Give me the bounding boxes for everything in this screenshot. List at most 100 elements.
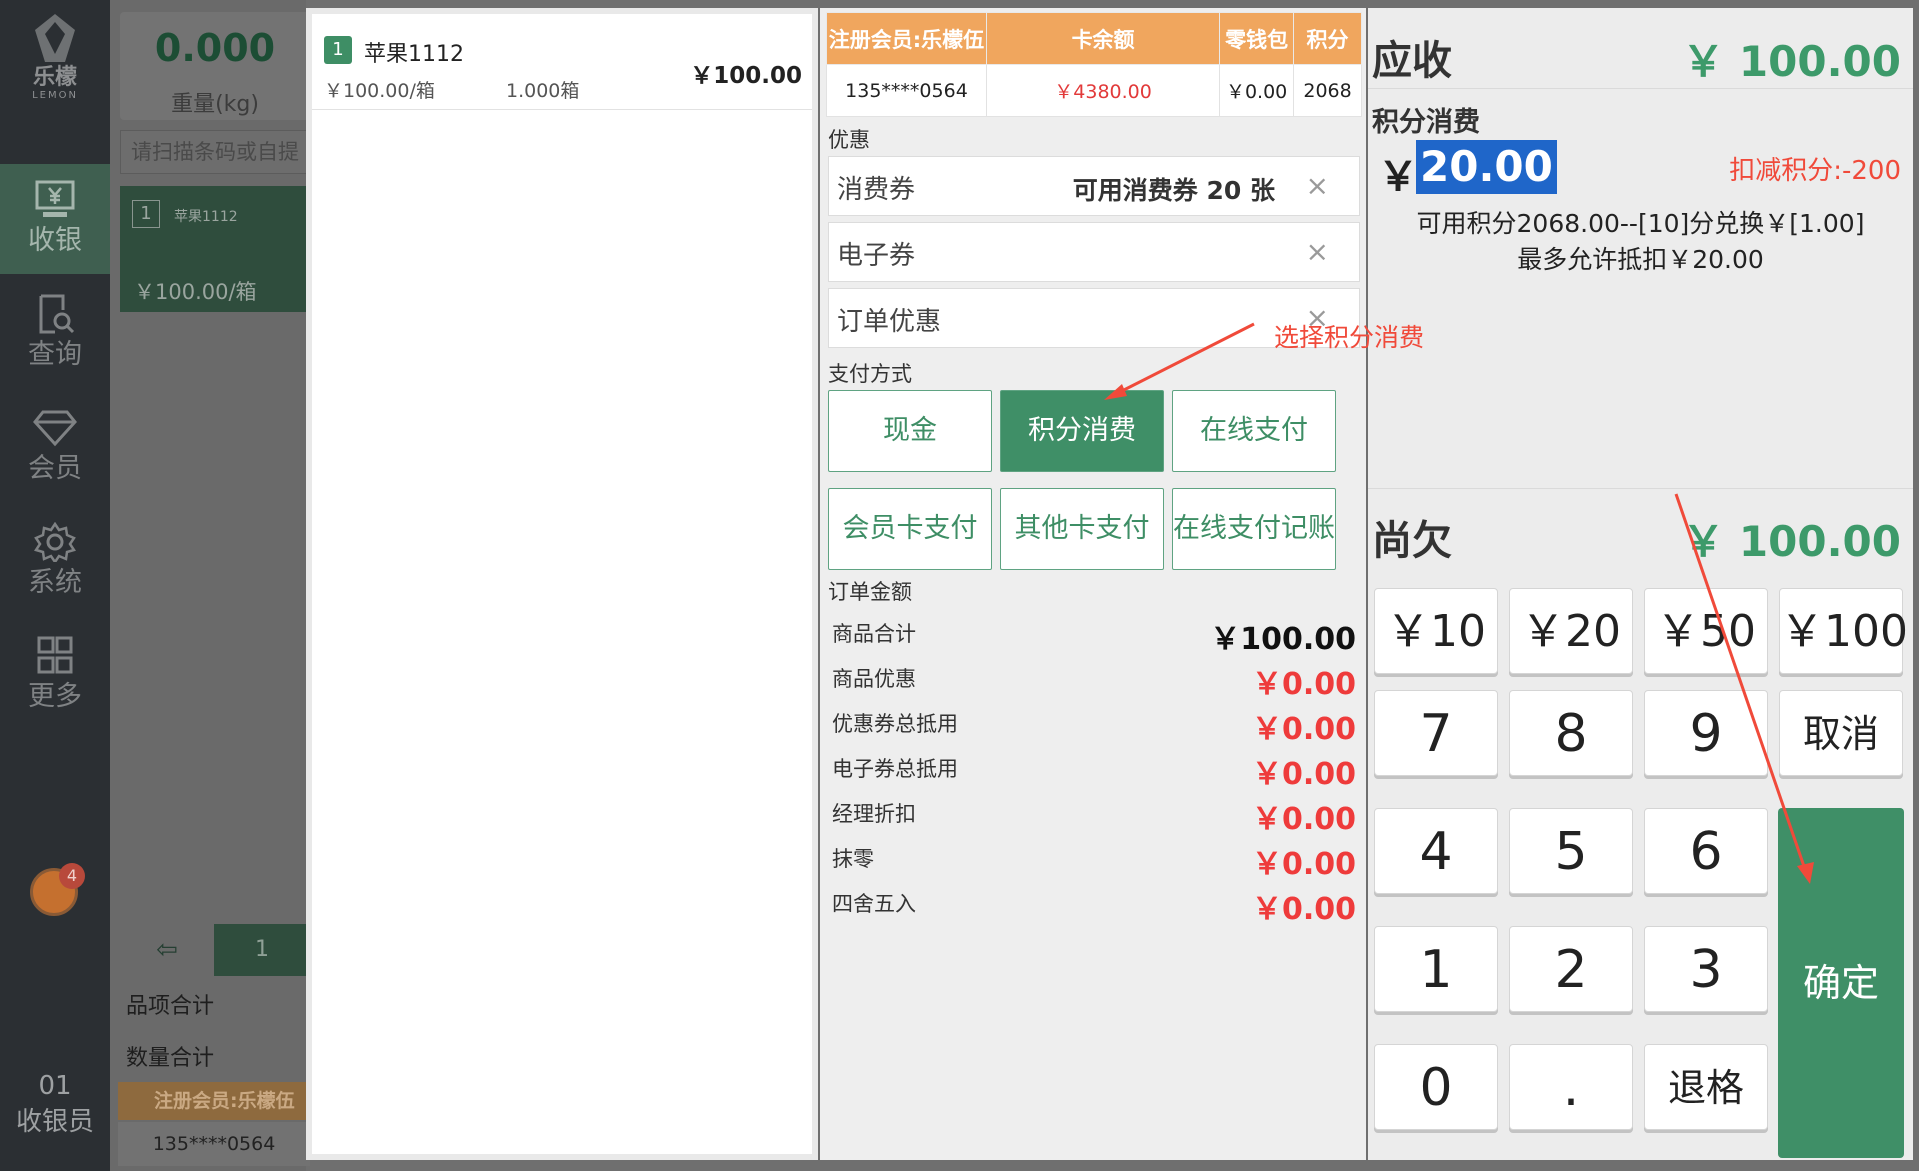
lemon-logo-icon <box>35 14 75 62</box>
points-header: 积分 <box>1293 12 1362 65</box>
cashier-label: 收银员 <box>15 1107 94 1137</box>
coupon-available: 可用消费券 20 张 <box>1072 176 1275 205</box>
pay-other-card-button[interactable]: 其他卡支付 <box>1000 488 1164 570</box>
items-total-label: 品项合计 <box>126 994 215 1019</box>
backspace-button[interactable]: 退格 <box>1644 1044 1768 1130</box>
confirm-button[interactable]: 确定 <box>1778 808 1904 1158</box>
receivable-label: 应收 <box>1372 38 1452 84</box>
owed-value: ￥ 100.00 <box>1682 517 1901 566</box>
payment-method-label: 支付方式 <box>828 362 912 386</box>
clear-ecoupon-icon[interactable]: × <box>1306 235 1329 268</box>
key-1-button[interactable]: 1 <box>1374 926 1498 1012</box>
cart-list: 1 苹果1112 ￥100.00/箱 1.000箱 ￥100.00 <box>306 8 818 1160</box>
key-2-button[interactable]: 2 <box>1509 926 1633 1012</box>
key-7-button[interactable]: 7 <box>1374 690 1498 776</box>
quick-amount-100-button[interactable]: ￥100 <box>1779 588 1908 674</box>
order-row-label: 商品优惠 <box>832 667 916 691</box>
order-row-ecoupon-total: 电子券总抵用 ￥0.00 <box>832 747 1362 792</box>
points-deduct-text: 扣减积分:-200 <box>1729 156 1901 186</box>
order-row-round-half: 四舍五入 ￥0.00 <box>832 882 1362 927</box>
brand-name: 乐檬 <box>32 65 77 90</box>
key-dot-button[interactable]: . <box>1509 1044 1633 1130</box>
barcode-scan-input[interactable]: 请扫描条码或自提 <box>120 130 310 174</box>
nav-item-query[interactable]: 查询 <box>0 278 110 388</box>
order-row-goods-discount: 商品优惠 ￥0.00 <box>832 657 1362 702</box>
key-4-button[interactable]: 4 <box>1374 808 1498 894</box>
cart-item-index: 1 <box>324 36 352 64</box>
brand-name-en: LEMON <box>32 90 78 101</box>
order-row-coupon-total: 优惠券总抵用 ￥0.00 <box>832 702 1362 747</box>
pay-online-button[interactable]: 在线支付 <box>1172 390 1336 472</box>
order-row-label: 电子券总抵用 <box>832 757 958 781</box>
tile-pager: ⇦ 1 <box>120 924 310 976</box>
cash-register-icon <box>35 180 75 217</box>
member-info-table: 注册会员:乐檬伍 卡余额 零钱包 积分 135****0564 ￥4380.00… <box>826 12 1362 117</box>
coupon-field[interactable]: 消费券 可用消费券 20 张 × <box>828 156 1360 216</box>
page-back-button[interactable]: ⇦ <box>120 924 214 976</box>
cart-item-name: 苹果1112 <box>364 42 464 67</box>
cart-item-amount: ￥100.00 <box>690 63 802 89</box>
points-pay-title: 积分消费 <box>1372 107 1480 138</box>
nav-item-member[interactable]: 会员 <box>0 392 110 502</box>
tile-index: 1 <box>132 200 160 228</box>
tile-name: 苹果1112 <box>174 209 238 225</box>
order-row-value: ￥0.00 <box>1251 892 1356 927</box>
points-yen-symbol: ￥ <box>1378 154 1418 200</box>
points-amount-input[interactable]: 20.00 <box>1416 140 1557 194</box>
clear-coupon-icon[interactable]: × <box>1306 169 1329 202</box>
member-name-header: 注册会员:乐檬伍 <box>826 12 987 65</box>
key-6-button[interactable]: 6 <box>1644 808 1768 894</box>
nav-item-system[interactable]: 系统 <box>0 506 110 616</box>
pay-online-ledger-button[interactable]: 在线支付记账 <box>1172 488 1336 570</box>
cashier-info: 01 收银员 <box>0 1068 110 1140</box>
quick-amount-10-button[interactable]: ￥10 <box>1374 588 1498 674</box>
ecoupon-label: 电子券 <box>837 241 916 271</box>
background-member-name: 注册会员:乐檬伍 <box>118 1082 310 1120</box>
gear-icon <box>34 522 76 562</box>
weight-value: 0.000 <box>154 26 276 70</box>
order-row-label: 商品合计 <box>832 622 916 646</box>
order-row-label: 优惠券总抵用 <box>832 712 958 736</box>
tile-price: ￥100.00/箱 <box>134 280 257 304</box>
key-9-button[interactable]: 9 <box>1644 690 1768 776</box>
quick-amount-20-button[interactable]: ￥20 <box>1509 588 1633 674</box>
order-row-value: ￥0.00 <box>1251 712 1356 747</box>
key-8-button[interactable]: 8 <box>1509 690 1633 776</box>
product-tile[interactable]: 1 苹果1112 ￥100.00/箱 <box>120 186 310 312</box>
points-balance: 2068 <box>1293 64 1362 117</box>
qty-total-label: 数量合计 <box>126 1046 215 1071</box>
brand-logo: 乐檬 LEMON <box>0 12 110 101</box>
nav-label: 系统 <box>28 567 82 598</box>
order-row-manager-discount: 经理折扣 ￥0.00 <box>832 792 1362 837</box>
page-number[interactable]: 1 <box>214 924 310 976</box>
order-row-goods-total: 商品合计 ￥100.00 <box>832 612 1362 657</box>
key-3-button[interactable]: 3 <box>1644 926 1768 1012</box>
cart-item-qty: 1.000箱 <box>506 80 580 102</box>
nav-label: 收银 <box>28 225 82 256</box>
receivable-value: ￥ 100.00 <box>1682 37 1901 86</box>
order-amount-label: 订单金额 <box>828 580 912 604</box>
pay-cash-button[interactable]: 现金 <box>828 390 992 472</box>
settlement-panel: 应收 ￥ 100.00 积分消费 ￥ 20.00 扣减积分:-200 可用积分2… <box>1368 8 1913 1160</box>
search-doc-icon <box>39 294 75 334</box>
pay-points-button[interactable]: 积分消费 <box>1000 390 1164 472</box>
quick-amount-50-button[interactable]: ￥50 <box>1644 588 1768 674</box>
card-balance: ￥4380.00 <box>985 64 1221 117</box>
nav-item-cashier[interactable]: 收银 <box>0 164 110 274</box>
cart-item[interactable]: 1 苹果1112 ￥100.00/箱 1.000箱 ￥100.00 <box>312 14 812 110</box>
key-0-button[interactable]: 0 <box>1374 1044 1498 1130</box>
side-nav: 乐檬 LEMON 收银 查询 会员 系统 更多 4 01 收银员 <box>0 0 110 1171</box>
card-balance-header: 卡余额 <box>985 12 1221 65</box>
user-avatar[interactable]: 4 <box>30 863 85 916</box>
divider <box>1368 88 1913 89</box>
order-row-value: ￥0.00 <box>1251 802 1356 837</box>
order-row-value: ￥0.00 <box>1251 757 1356 792</box>
cancel-button[interactable]: 取消 <box>1779 690 1903 776</box>
ecoupon-field[interactable]: 电子券 × <box>828 222 1360 282</box>
grid-icon <box>37 636 73 674</box>
discount-section-label: 优惠 <box>828 128 870 152</box>
nav-item-more[interactable]: 更多 <box>0 620 110 730</box>
pay-member-card-button[interactable]: 会员卡支付 <box>828 488 992 570</box>
key-5-button[interactable]: 5 <box>1509 808 1633 894</box>
nav-label: 查询 <box>28 339 82 370</box>
